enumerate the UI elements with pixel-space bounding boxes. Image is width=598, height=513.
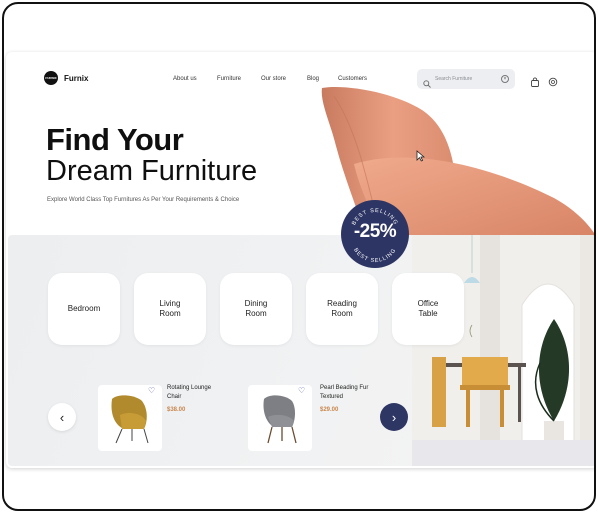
heart-icon[interactable]: ♡ xyxy=(298,386,305,395)
close-icon[interactable]: × xyxy=(501,75,509,83)
nav-link-furniture[interactable]: Furniture xyxy=(217,76,241,82)
brand-logo[interactable]: FURNIX Furnix xyxy=(44,71,88,85)
hero-subtitle: Explore World Class Top Furnitures As Pe… xyxy=(47,197,240,203)
brand-name: Furnix xyxy=(64,73,89,83)
nav-link-about[interactable]: About us xyxy=(173,76,197,82)
svg-text:BEST SELLING: BEST SELLING xyxy=(352,247,398,264)
chevron-left-icon[interactable]: ‹ xyxy=(48,403,76,431)
heart-icon[interactable]: ♡ xyxy=(148,386,155,395)
category-living-room[interactable]: Living Room xyxy=(134,273,206,345)
product-name[interactable]: Rotating Lounge Chair xyxy=(167,384,211,403)
hero-title-line-2: Dream Furniture xyxy=(46,155,258,187)
category-office-table[interactable]: Office Table xyxy=(392,273,464,345)
nav-link-customers[interactable]: Customers xyxy=(338,76,367,82)
website-card: FURNIX Furnix About us Furniture Our sto… xyxy=(6,52,594,468)
support-icon[interactable] xyxy=(548,74,558,87)
chevron-right-icon[interactable]: › xyxy=(380,403,408,431)
nav-link-blog[interactable]: Blog xyxy=(307,76,319,82)
category-dining-room[interactable]: Dining Room xyxy=(220,273,292,345)
cursor-icon xyxy=(416,150,425,162)
discount-value: -25% xyxy=(353,221,397,242)
product-name[interactable]: Pearl Beading Fur Textured xyxy=(320,384,368,403)
category-bedroom[interactable]: Bedroom xyxy=(48,273,120,345)
badge-ring-bottom: BEST SELLING xyxy=(352,247,397,264)
logo-mark: FURNIX xyxy=(44,71,58,85)
shopping-bag-icon[interactable] xyxy=(530,74,540,87)
hero-title-line-1: Find Your xyxy=(46,122,184,157)
nav-link-our-store[interactable]: Our store xyxy=(261,76,286,82)
product-price: $29.00 xyxy=(320,407,339,413)
product-price: $38.00 xyxy=(167,407,186,413)
search-input[interactable]: Search Furniture xyxy=(435,76,497,82)
search-icon xyxy=(423,75,431,88)
category-panel: Bedroom Living Room Dining Room Reading … xyxy=(8,235,594,466)
discount-badge[interactable]: BEST SELLING BEST SELLING -25% xyxy=(341,200,409,268)
screenshot-frame: FURNIX Furnix About us Furniture Our sto… xyxy=(2,2,596,511)
room-scene-image xyxy=(412,235,594,466)
category-reading-room[interactable]: Reading Room xyxy=(306,273,378,345)
